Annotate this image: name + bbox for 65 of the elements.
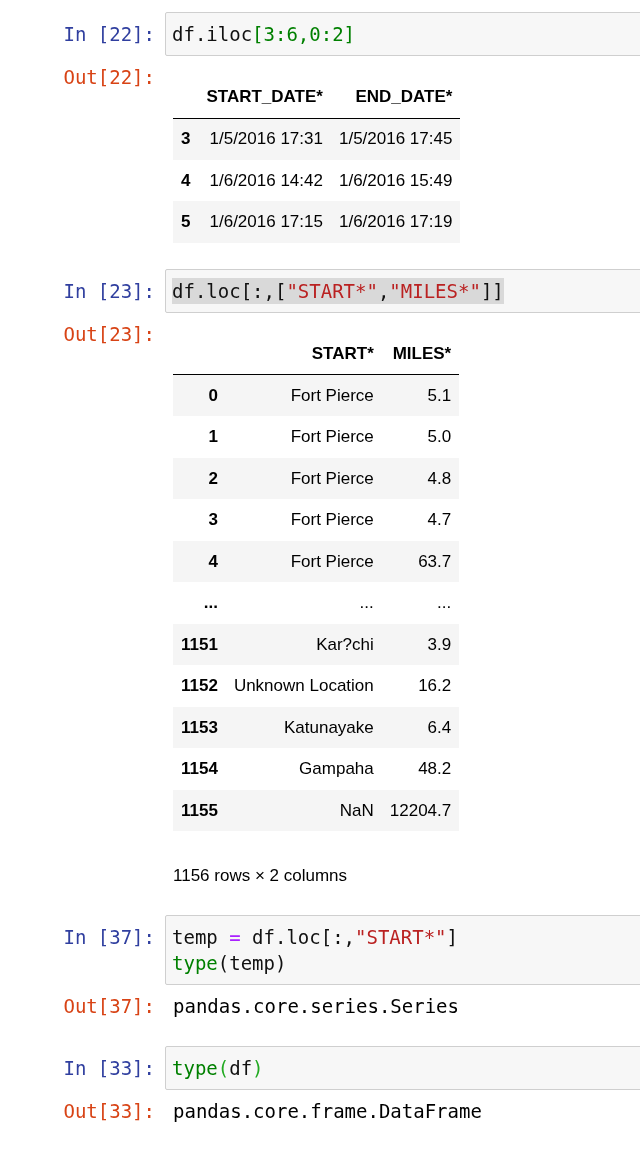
row-index: 4	[173, 540, 226, 582]
table-cell: 16.2	[381, 665, 460, 707]
column-header: END_DATE*	[330, 76, 461, 118]
row-index: 0	[173, 374, 226, 416]
table-footer: 1156 rows × 2 columns	[173, 863, 460, 889]
output-prompt: Out[22]:	[63, 65, 155, 90]
table-cell: 48.2	[381, 748, 460, 790]
table-cell: 12204.7	[381, 789, 460, 831]
code-line: type(df)	[172, 1055, 264, 1081]
row-index: 1152	[173, 665, 226, 707]
output-text: pandas.core.series.Series	[173, 994, 459, 1017]
table-cell: 5.1	[381, 374, 460, 416]
row-index: 1151	[173, 623, 226, 665]
table-cell: 3.9	[381, 623, 460, 665]
row-index: 1155	[173, 789, 226, 831]
input-prompt: In [23]:	[63, 278, 155, 304]
output-prompt: Out[33]:	[63, 1098, 155, 1124]
table-cell: Gampaha	[225, 748, 382, 790]
table-cell: Fort Pierce	[225, 499, 382, 541]
row-index: 2	[173, 457, 226, 499]
column-header: START*	[225, 332, 382, 375]
table-cell: 5.0	[381, 416, 460, 458]
table-cell: 63.7	[381, 540, 460, 582]
table-cell: Kar?chi	[225, 623, 382, 665]
output-prompt: Out[23]:	[63, 321, 155, 347]
code-cell[interactable]: df.loc[:,["START*","MILES*"]]	[165, 268, 640, 313]
table-cell: ...	[381, 582, 460, 624]
input-prompt: In [37]:	[63, 924, 155, 950]
table-cell: 4.7	[381, 499, 460, 541]
input-prompt: In [33]:	[63, 1055, 155, 1081]
code-line: temp = df.loc[:,"START*"]	[172, 924, 458, 950]
row-index: 1153	[173, 706, 226, 748]
row-index: ...	[173, 582, 226, 624]
row-index: 3	[173, 499, 226, 541]
table-cell: Unknown Location	[225, 665, 382, 707]
table-cell: Fort Pierce	[225, 416, 382, 458]
table-cell: 1/6/2016 17:15	[198, 201, 331, 243]
table-cell: 1/6/2016 15:49	[330, 159, 461, 201]
table-cell: NaN	[225, 789, 382, 831]
table-cell: 4.8	[381, 457, 460, 499]
code-cell[interactable]: df.iloc[3:6,0:2]	[165, 12, 640, 56]
code-cell[interactable]: temp = df.loc[:,"START*"] type(temp)	[165, 914, 640, 985]
row-index: 1154	[173, 748, 226, 790]
column-header: START_DATE*	[198, 76, 331, 118]
output-text: pandas.core.frame.DataFrame	[173, 1099, 482, 1122]
table-cell: Fort Pierce	[225, 540, 382, 582]
output-prompt: Out[37]:	[63, 993, 155, 1019]
code-line: type(temp)	[172, 950, 287, 976]
table-cell: Katunayake	[225, 706, 382, 748]
table-cell: Fort Pierce	[225, 374, 382, 416]
table-cell: 1/6/2016 14:42	[198, 159, 331, 201]
row-index: 5	[173, 201, 199, 243]
table-cell: 1/5/2016 17:45	[330, 118, 461, 160]
row-index: 4	[173, 159, 199, 201]
table-cell: 1/5/2016 17:31	[198, 118, 331, 160]
table-cell: 1/6/2016 17:19	[330, 201, 461, 243]
code-line: df.iloc[3:6,0:2]	[172, 22, 356, 47]
table-cell: Fort Pierce	[225, 457, 382, 499]
input-prompt: In [22]:	[63, 22, 155, 47]
column-header: MILES*	[381, 332, 460, 375]
row-index: 1	[173, 416, 226, 458]
row-index: 3	[173, 118, 199, 160]
table-cell: 6.4	[381, 706, 460, 748]
table-cell: ...	[225, 582, 382, 624]
code-cell[interactable]: type(df)	[165, 1045, 640, 1090]
